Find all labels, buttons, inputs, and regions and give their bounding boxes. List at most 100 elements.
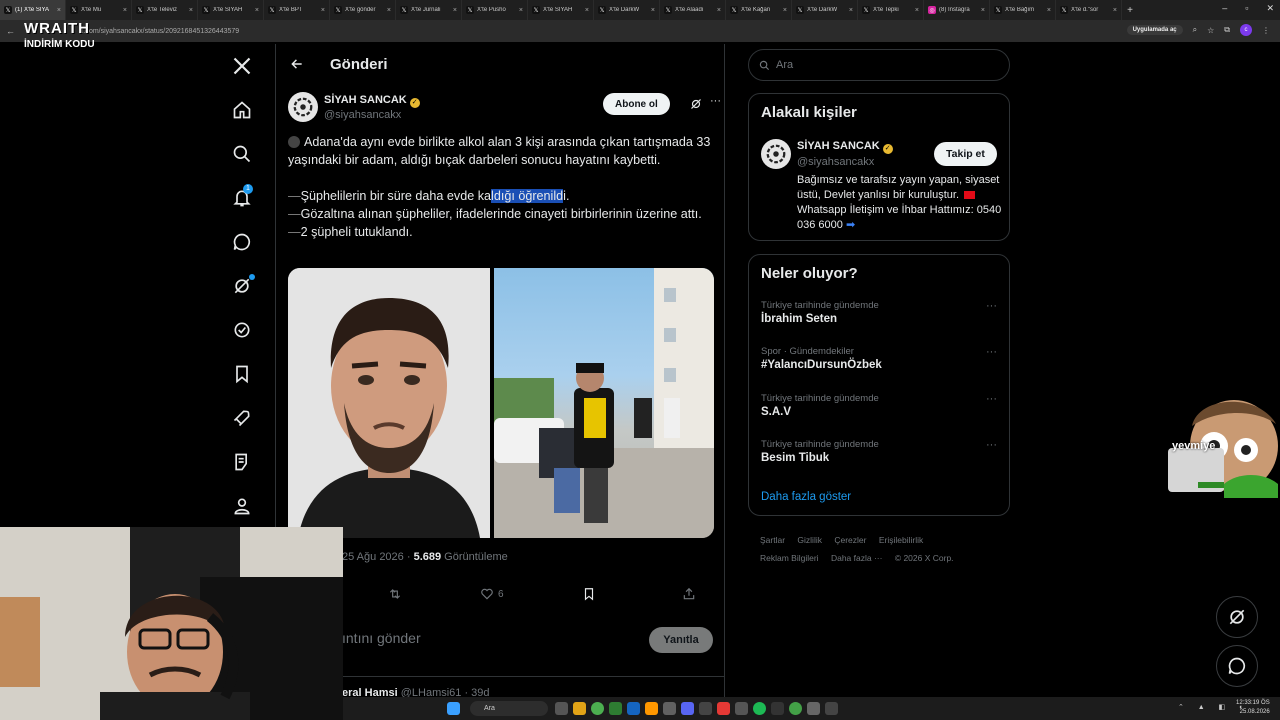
close-tab-icon[interactable]: × — [585, 7, 589, 14]
maximize-icon[interactable]: ▫ — [1245, 3, 1248, 14]
follow-button[interactable]: Takip et — [934, 142, 997, 166]
author-handle[interactable]: @siyahsancakx — [324, 109, 401, 121]
close-tab-icon[interactable]: × — [453, 7, 457, 14]
zoom-icon[interactable]: ⌕ — [1193, 25, 1197, 35]
taskbar-search[interactable]: Ara — [470, 701, 548, 716]
grok-icon[interactable] — [222, 264, 262, 308]
close-tab-icon[interactable]: × — [57, 7, 61, 14]
footer-link[interactable]: Şartlar — [760, 535, 785, 545]
home-icon[interactable] — [222, 88, 262, 132]
messages-icon[interactable] — [222, 220, 262, 264]
x-logo-icon[interactable] — [222, 44, 262, 88]
footer-link[interactable]: Çerezler — [834, 535, 866, 545]
related-avatar[interactable] — [761, 139, 791, 169]
bookmark-button[interactable] — [582, 587, 596, 601]
chrome-icon[interactable] — [591, 702, 604, 715]
browser-tab[interactable]: 𝕏 X'te Jurnali × — [396, 0, 462, 20]
footer-link[interactable]: Daha fazla ··· — [831, 553, 883, 563]
close-window-icon[interactable]: ✕ — [1266, 3, 1274, 14]
close-tab-icon[interactable]: × — [717, 7, 721, 14]
post-date[interactable]: 25 Ağu 2026 — [342, 551, 404, 563]
close-tab-icon[interactable]: × — [981, 7, 985, 14]
reply-input[interactable]: ıntını gönder — [342, 630, 421, 646]
browser-tab[interactable]: 𝕏 X'te BPT × — [264, 0, 330, 20]
extensions-icon[interactable]: ⧉ — [1224, 25, 1230, 35]
close-tab-icon[interactable]: × — [189, 7, 193, 14]
close-tab-icon[interactable]: × — [783, 7, 787, 14]
related-handle[interactable]: @siyahsancakx — [797, 156, 874, 168]
more-options-icon[interactable]: ··· — [986, 300, 997, 312]
close-tab-icon[interactable]: × — [1113, 7, 1117, 14]
subscribe-button[interactable]: Abone ol — [603, 93, 670, 115]
browser-tab[interactable]: 𝕏 X'te Televiz × — [132, 0, 198, 20]
messages-fab[interactable] — [1216, 645, 1258, 687]
close-tab-icon[interactable]: × — [915, 7, 919, 14]
share-button[interactable] — [682, 587, 696, 601]
app-icon[interactable] — [735, 702, 748, 715]
more-options-icon[interactable]: ··· — [986, 439, 997, 451]
verified-orgs-icon[interactable] — [222, 308, 262, 352]
discord-icon[interactable] — [681, 702, 694, 715]
back-arrow-icon[interactable] — [290, 57, 304, 71]
close-tab-icon[interactable]: × — [123, 7, 127, 14]
browser-tab[interactable]: 𝕏 X'te SİYAH × — [198, 0, 264, 20]
app-icon[interactable] — [645, 702, 658, 715]
profile-icon[interactable] — [222, 484, 262, 528]
windows-start-icon[interactable] — [447, 702, 460, 715]
bookmarks-icon[interactable] — [222, 352, 262, 396]
minimize-icon[interactable]: – — [1222, 3, 1227, 14]
grok-fab[interactable] — [1216, 596, 1258, 638]
arrest-photo[interactable] — [494, 268, 714, 538]
taskbar-clock[interactable]: 12:33:19 ÖS 25.08.2026 — [1236, 699, 1270, 717]
lists-icon[interactable] — [222, 440, 262, 484]
new-tab-icon[interactable]: + — [1122, 5, 1138, 16]
app-icon[interactable] — [663, 702, 676, 715]
more-options-icon[interactable]: ··· — [986, 346, 997, 358]
browser-tab[interactable]: 𝕏 X'te Kağan × — [726, 0, 792, 20]
portrait-photo[interactable] — [288, 268, 490, 538]
browser-tab[interactable]: 𝕏 X'te Bağım × — [990, 0, 1056, 20]
app-icon[interactable] — [771, 702, 784, 715]
browser-tab[interactable]: 𝕏 X'te Pusho × — [462, 0, 528, 20]
grok-explain-icon[interactable] — [690, 98, 702, 110]
trend-item[interactable]: Türkiye tarihinde gündemde S.A.V ··· — [761, 393, 1001, 418]
more-options-icon[interactable]: ··· — [986, 393, 997, 405]
search-icon[interactable] — [222, 132, 262, 176]
browser-tab[interactable]: 𝕏 (1) X'te SİYA × — [0, 0, 66, 20]
browser-tab[interactable]: 𝕏 X'te Mu × — [66, 0, 132, 20]
trend-item[interactable]: Spor · Gündemdekiler #YalancıDursunÖzbek… — [761, 346, 1001, 371]
footer-link[interactable]: Reklam Bilgileri — [760, 553, 819, 563]
close-tab-icon[interactable]: × — [255, 7, 259, 14]
author-name[interactable]: SİYAH SANCAK ✓ — [324, 94, 420, 108]
show-more-link[interactable]: Daha fazla göster — [761, 491, 851, 503]
close-tab-icon[interactable]: × — [1047, 7, 1051, 14]
app-icon[interactable] — [609, 702, 622, 715]
repost-button[interactable] — [388, 587, 402, 601]
chrome-icon[interactable] — [789, 702, 802, 715]
close-tab-icon[interactable]: × — [849, 7, 853, 14]
related-name[interactable]: SİYAH SANCAK ✓ — [797, 140, 893, 154]
trend-item[interactable]: Türkiye tarihinde gündemde Besim Tibuk ·… — [761, 439, 1001, 464]
close-tab-icon[interactable]: × — [321, 7, 325, 14]
file-explorer-icon[interactable] — [555, 702, 568, 715]
more-options-icon[interactable]: ··· — [710, 95, 721, 107]
rocket-icon[interactable] — [222, 396, 262, 440]
browser-menu-icon[interactable]: ⋮ — [1262, 26, 1270, 35]
author-avatar[interactable] — [288, 92, 318, 122]
footer-link[interactable]: Gizlilik — [797, 535, 822, 545]
reply-button[interactable]: Yanıtla — [649, 627, 713, 653]
app-icon[interactable] — [717, 702, 730, 715]
spotify-icon[interactable] — [753, 702, 766, 715]
notifications-bell-icon[interactable]: 1 — [222, 176, 262, 220]
profile-avatar[interactable]: c — [1240, 24, 1252, 36]
browser-tab[interactable]: 𝕏 X'te DarkW × — [594, 0, 660, 20]
trend-item[interactable]: Türkiye tarihinde gündemde İbrahim Seten… — [761, 300, 1001, 325]
search-box[interactable]: Ara — [748, 49, 1010, 81]
folder-icon[interactable] — [573, 702, 586, 715]
open-in-app-button[interactable]: Uygulamada aç — [1126, 25, 1183, 35]
app-icon[interactable] — [699, 702, 712, 715]
browser-tab[interactable]: 𝕏 X'te Tepki × — [858, 0, 924, 20]
app-icon[interactable] — [807, 702, 820, 715]
browser-tab[interactable]: 𝕏 X'te d."sor × — [1056, 0, 1122, 20]
close-tab-icon[interactable]: × — [651, 7, 655, 14]
